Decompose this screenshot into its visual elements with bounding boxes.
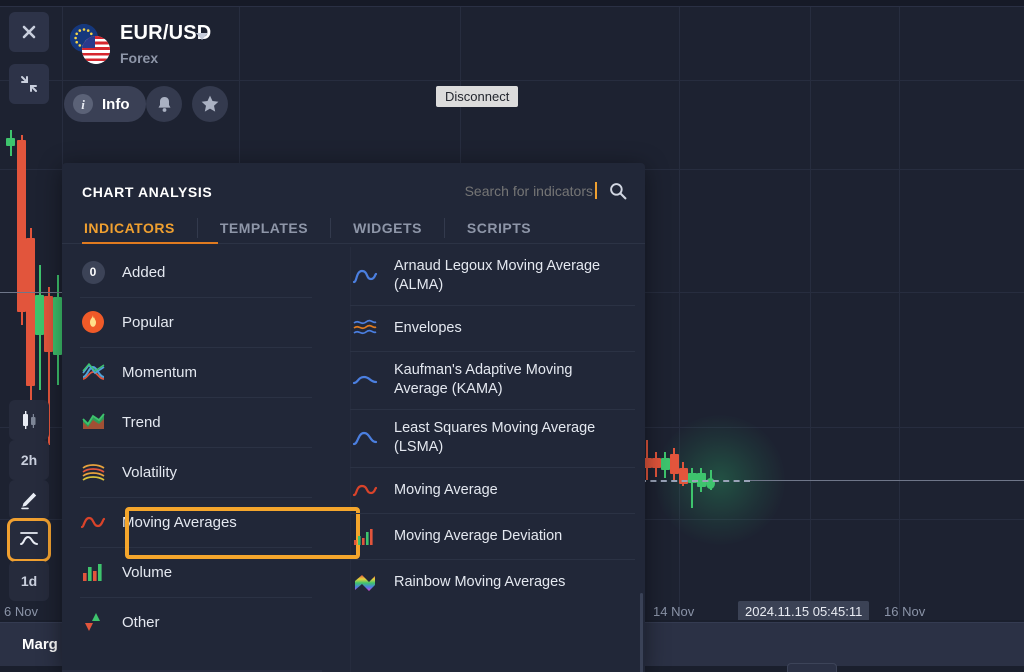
us-flag-icon [82,36,110,64]
panel-tabs: INDICATORS TEMPLATES WIDGETS SCRIPTS [62,211,645,245]
category-label: Popular [122,313,174,331]
price-level-line-2 [0,292,62,293]
margin-label: Marg [22,636,58,653]
instrument-market-type: Forex [120,50,159,66]
sidebar-item-chart-type[interactable] [9,400,49,440]
category-item-trend[interactable]: Trend [62,397,322,447]
trend-icon [80,409,106,435]
crosshair-time-tooltip: 2024.11.15 05:45:11 [738,601,870,622]
momentum-icon [80,359,106,385]
indicator-item-kama[interactable]: Kaufman's Adaptive Moving Average (KAMA) [350,351,645,409]
timeframe-2h-label: 2h [20,452,38,468]
category-label: Momentum [122,363,198,381]
fire-icon [80,309,106,335]
indicator-item-moving-average[interactable]: Moving Average [350,467,645,513]
sidebar-item-timeframe-2h[interactable]: 2h [9,440,49,480]
pencil-icon [21,492,37,510]
info-button-label: Info [102,95,130,113]
category-item-popular[interactable]: Popular [62,297,322,347]
category-item-momentum[interactable]: Momentum [62,347,322,397]
volatility-icon [80,459,106,485]
added-count: 0 [81,260,105,284]
indicator-label: Rainbow Moving Averages [394,573,566,590]
bell-icon [158,96,170,112]
indicator-list: Arnaud Legoux Moving Average (ALMA) Enve… [350,247,645,672]
panel-scrollbar[interactable] [640,593,643,672]
indicator-label: Arnaud Legoux Moving Average (ALMA) [394,258,601,293]
collapse-icon [21,76,37,92]
alma-curve-icon [350,263,380,289]
active-tab-underline [82,242,218,244]
tab-templates[interactable]: TEMPLATES [198,220,330,236]
kama-curve-icon [350,367,380,393]
current-price-dashed-line [640,480,750,482]
indicator-label: Kaufman's Adaptive Moving Average (KAMA) [394,362,573,397]
indicator-label: Envelopes [394,319,462,336]
category-label: Trend [122,413,161,431]
favorite-button[interactable] [192,86,228,122]
chevron-down-icon[interactable] [196,33,208,40]
category-label: Moving Averages [122,513,237,531]
instrument-flags [70,24,110,64]
moving-average-icon [80,509,106,535]
close-window-button[interactable] [9,12,49,52]
rainbow-ma-icon [350,569,380,595]
svg-text:i: i [81,97,85,112]
indicator-item-alma[interactable]: Arnaud Legoux Moving Average (ALMA) [350,247,645,305]
tab-indicators[interactable]: INDICATORS [62,220,197,236]
category-list: 0 Added Popular Momentum Trend Volatilit… [62,247,322,672]
search-icon[interactable] [609,182,627,200]
disconnect-tooltip: Disconnect [436,86,519,107]
time-axis-label-14nov: 14 Nov [653,604,695,619]
category-label: Volatility [122,463,178,481]
collapse-window-button[interactable] [9,64,49,104]
ma-deviation-bars-icon [350,523,380,549]
category-item-moving-averages[interactable]: Moving Averages [62,497,322,547]
close-icon [22,25,36,39]
wave-indicator-icon [20,532,38,545]
tab-widgets[interactable]: WIDGETS [331,220,444,236]
count-badge: 0 [80,259,106,285]
indicator-label: Least Squares Moving Average (LSMA) [394,420,596,455]
category-label: Added [122,263,166,281]
sidebar-item-indicators[interactable] [7,518,51,562]
candlestick-icon [23,411,36,429]
panel-title: CHART ANALYSIS [82,184,213,200]
volume-icon [80,559,106,585]
category-item-volatility[interactable]: Volatility [62,447,322,497]
indicator-item-envelopes[interactable]: Envelopes [350,305,645,351]
sidebar-item-drawing-tools[interactable] [9,480,49,520]
category-item-added[interactable]: 0 Added [62,247,322,297]
time-axis-label-left: 6 Nov [4,604,38,619]
info-button[interactable]: i Info [64,86,146,122]
envelopes-icon [350,315,380,341]
indicator-item-lsma[interactable]: Least Squares Moving Average (LSMA) [350,409,645,467]
alerts-button[interactable] [146,86,182,122]
timeframe-1d-label: 1d [20,573,38,589]
moving-average-curve-icon [350,477,380,503]
indicator-item-rainbow-ma[interactable]: Rainbow Moving Averages [350,559,645,605]
star-icon [201,95,219,112]
category-label: Volume [122,563,173,581]
search-text-cursor [595,182,597,199]
info-icon: i [73,94,93,114]
time-axis-label-16nov: 16 Nov [884,604,926,619]
category-label: Other [122,613,160,631]
tab-scripts[interactable]: SCRIPTS [445,220,553,236]
chart-analysis-panel: CHART ANALYSIS INDICATORS TEMPLATES WIDG… [62,163,645,672]
category-item-other[interactable]: Other [62,597,322,647]
lsma-curve-icon [350,425,380,451]
sidebar-item-timeframe-1d[interactable]: 1d [9,561,49,601]
bottom-panel-resize-handle[interactable] [787,663,837,672]
category-item-volume[interactable]: Volume [62,547,322,597]
trading-terminal: 6 Nov 14 Nov 16 Nov 2024.11.15 05:45:11 … [0,0,1024,672]
indicator-label: Moving Average [394,481,498,498]
search-input[interactable] [413,183,593,199]
indicator-item-ma-deviation[interactable]: Moving Average Deviation [350,513,645,559]
indicator-label: Moving Average Deviation [394,527,563,544]
current-price-line [750,480,1024,481]
other-icon [80,609,106,635]
